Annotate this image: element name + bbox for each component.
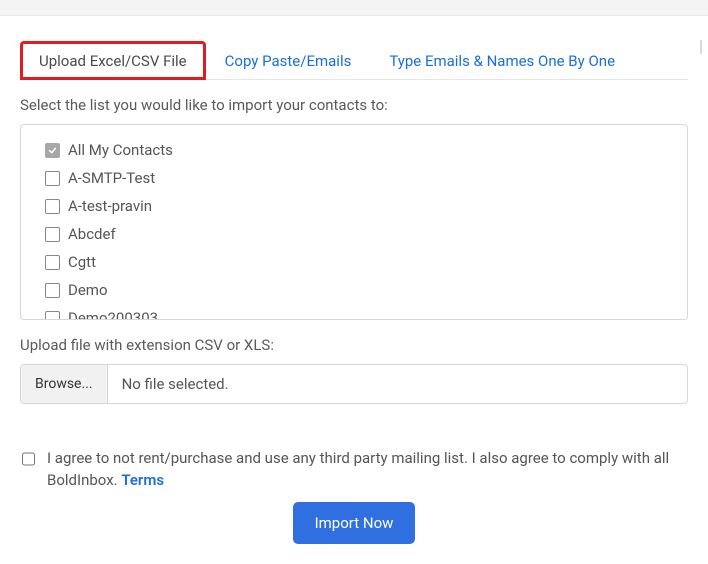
list-item-label: Abcdef [68, 225, 116, 243]
list-item: Abcdef [45, 225, 663, 243]
browse-button[interactable]: Browse... [21, 365, 108, 403]
upload-label: Upload file with extension CSV or XLS: [20, 336, 688, 354]
list-item: A-test-pravin [45, 197, 663, 215]
list-item-label: A-SMTP-Test [68, 169, 155, 187]
tab-upload-excel-csv-file[interactable]: Upload Excel/CSV File [20, 41, 206, 80]
list-item-label: A-test-pravin [68, 197, 152, 215]
divider [700, 40, 702, 54]
list-checkbox[interactable] [45, 171, 60, 186]
list-item-label: Demo [68, 281, 108, 299]
tabs: Upload Excel/CSV FileCopy Paste/EmailsTy… [20, 40, 688, 80]
list-checkbox[interactable] [45, 311, 60, 321]
file-upload-row: Browse... No file selected. [20, 364, 688, 404]
list-item-label: All My Contacts [68, 141, 173, 159]
agree-checkbox[interactable] [22, 452, 35, 466]
agree-text: I agree to not rent/purchase and use any… [47, 448, 686, 492]
list-checkbox[interactable] [45, 199, 60, 214]
import-button-wrap: Import Now [20, 502, 688, 544]
list-checkbox [45, 143, 60, 158]
list-item: Demo200303 [45, 309, 663, 320]
import-now-button[interactable]: Import Now [293, 502, 416, 544]
list-checkbox[interactable] [45, 283, 60, 298]
list-checkbox[interactable] [45, 227, 60, 242]
list-checkbox[interactable] [45, 255, 60, 270]
tab-copy-paste-emails[interactable]: Copy Paste/Emails [206, 41, 371, 80]
list-item: All My Contacts [45, 141, 663, 159]
list-item: Demo [45, 281, 663, 299]
list-item: A-SMTP-Test [45, 169, 663, 187]
terms-link[interactable]: Terms [121, 471, 164, 489]
contact-list-box[interactable]: All My Contacts A-SMTP-Test A-test-pravin A… [20, 124, 688, 320]
tab-type-emails-names-one-by-one[interactable]: Type Emails & Names One By One [370, 41, 634, 80]
page-body: Upload Excel/CSV FileCopy Paste/EmailsTy… [0, 40, 708, 564]
select-list-label: Select the list you would like to import… [20, 96, 688, 114]
list-item-label: Cgtt [68, 253, 96, 271]
list-item-label: Demo200303 [68, 309, 158, 320]
top-strip [0, 0, 708, 16]
file-status-text: No file selected. [108, 365, 243, 403]
agree-row: I agree to not rent/purchase and use any… [20, 448, 688, 492]
list-item: Cgtt [45, 253, 663, 271]
